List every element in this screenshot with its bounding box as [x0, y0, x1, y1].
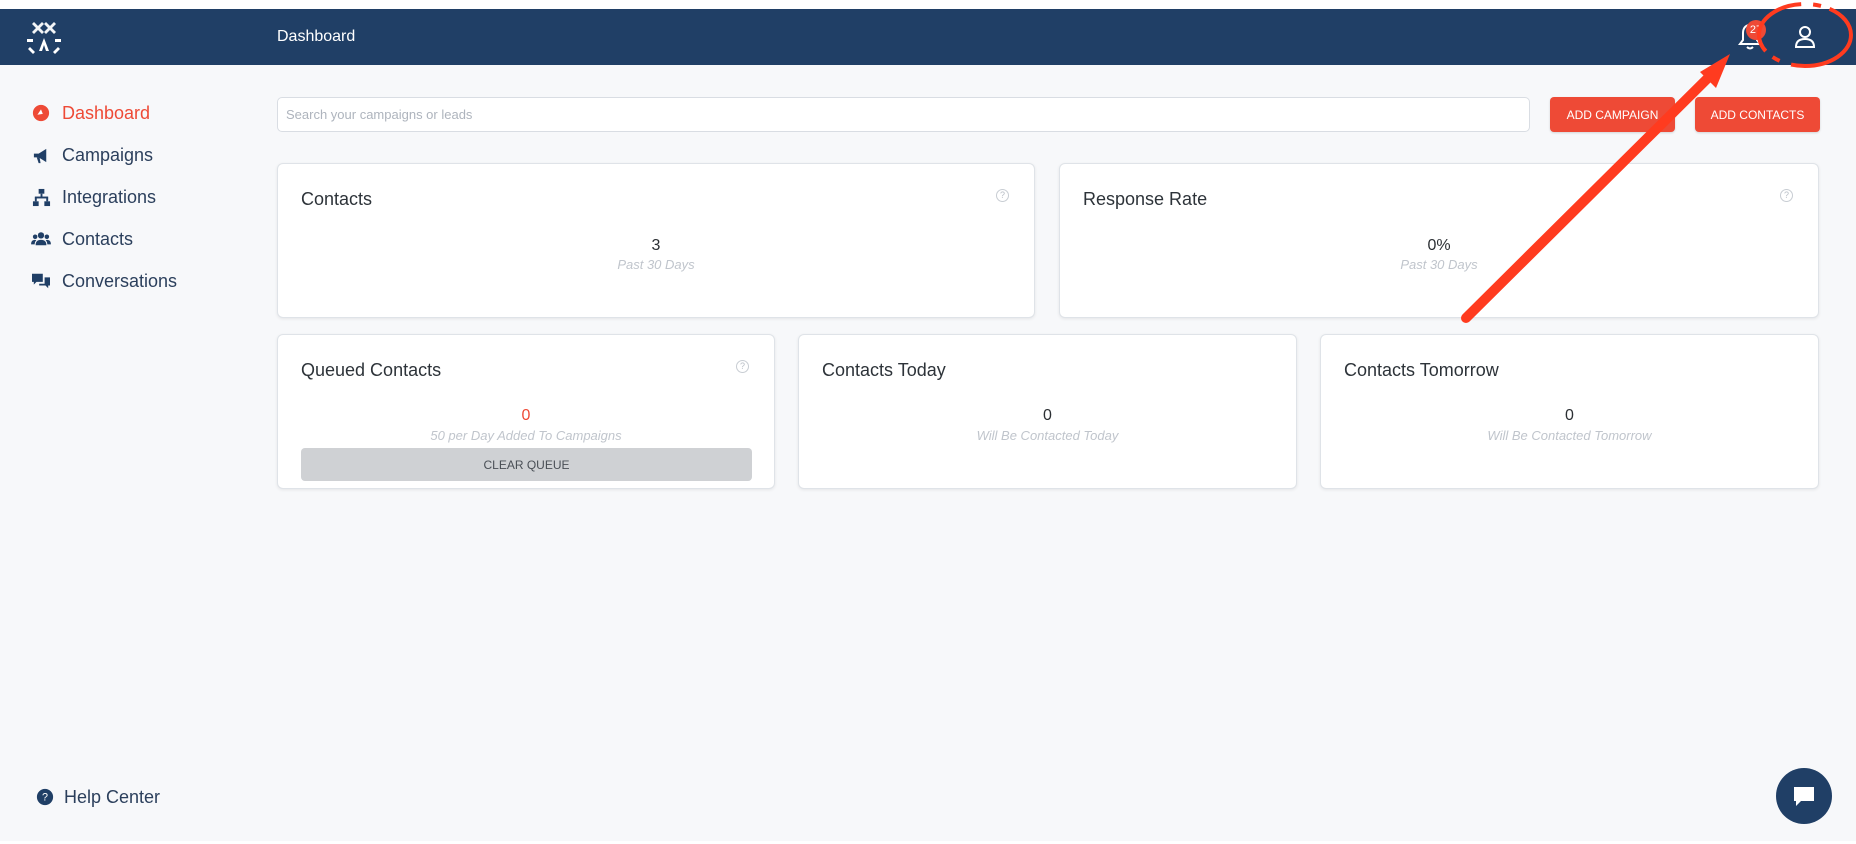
sidebar-item-conversations[interactable]: Conversations — [30, 260, 250, 302]
logo-icon[interactable] — [22, 17, 66, 57]
card-title: Contacts Today — [822, 360, 946, 380]
sidebar-navigation: Dashboard Campaigns Integrations Contact… — [30, 92, 250, 302]
help-tooltip-icon[interactable]: ? — [736, 360, 749, 373]
contacts-tomorrow-card: Contacts Tomorrow 0 Will Be Contacted To… — [1320, 334, 1819, 489]
response-rate-card: Response Rate ? 0% Past 30 Days — [1059, 163, 1819, 318]
sidebar-item-label: Campaigns — [62, 144, 154, 165]
contacts-count: 3 — [651, 237, 661, 254]
contacts-tomorrow-count: 0 — [1565, 407, 1574, 424]
network-icon — [30, 186, 52, 208]
user-icon[interactable] — [1788, 20, 1822, 54]
chat-icon — [1794, 787, 1814, 806]
top-navigation-bar: Dashboard 27 — [0, 9, 1856, 65]
chat-widget-button[interactable] — [1776, 768, 1832, 824]
help-center-link[interactable]: ? Help Center — [34, 786, 160, 808]
contacts-card: Contacts ? 3 Past 30 Days — [277, 163, 1035, 318]
card-subtitle: Past 30 Days — [617, 257, 695, 272]
help-tooltip-icon[interactable]: ? — [996, 189, 1009, 202]
page-title: Dashboard — [277, 28, 356, 45]
help-icon: ? — [34, 786, 56, 808]
response-rate-value: 0% — [1427, 237, 1451, 254]
sidebar-item-label: Dashboard — [62, 102, 151, 123]
card-title: Contacts Tomorrow — [1344, 360, 1499, 380]
add-contacts-button[interactable]: ADD CONTACTS — [1695, 97, 1820, 132]
sidebar-item-integrations[interactable]: Integrations — [30, 176, 250, 218]
card-subtitle: Will Be Contacted Today — [976, 428, 1119, 443]
clear-queue-button[interactable]: CLEAR QUEUE — [301, 448, 752, 481]
card-title: Response Rate — [1083, 189, 1208, 209]
sidebar-item-label: Contacts — [62, 228, 134, 249]
dashboard-icon — [30, 102, 52, 124]
users-icon — [30, 228, 52, 250]
card-subtitle: Past 30 Days — [1400, 257, 1478, 272]
sidebar-item-label: Integrations — [62, 186, 157, 207]
sidebar-item-campaigns[interactable]: Campaigns — [30, 134, 250, 176]
card-subtitle: Will Be Contacted Tomorrow — [1487, 428, 1652, 443]
sidebar-item-contacts[interactable]: Contacts — [30, 218, 250, 260]
contacts-today-card: Contacts Today 0 Will Be Contacted Today — [798, 334, 1297, 489]
chat-bubbles-icon — [30, 270, 52, 292]
contacts-today-count: 0 — [1043, 407, 1052, 424]
sidebar-item-dashboard[interactable]: Dashboard — [30, 92, 250, 134]
card-title: Queued Contacts — [301, 360, 442, 380]
megaphone-icon — [30, 144, 52, 166]
search-input[interactable] — [277, 97, 1530, 132]
notification-badge: 27 — [1746, 20, 1766, 40]
card-subtitle: 50 per Day Added To Campaigns — [430, 428, 622, 443]
help-center-label: Help Center — [64, 786, 161, 807]
queued-contacts-card: Queued Contacts ? 0 50 per Day Added To … — [277, 334, 775, 489]
svg-text:?: ? — [42, 792, 48, 804]
add-campaign-button[interactable]: ADD CAMPAIGN — [1550, 97, 1675, 132]
sidebar-item-label: Conversations — [62, 270, 178, 291]
help-tooltip-icon[interactable]: ? — [1780, 189, 1793, 202]
card-title: Contacts — [301, 189, 373, 209]
queued-count: 0 — [521, 407, 531, 424]
